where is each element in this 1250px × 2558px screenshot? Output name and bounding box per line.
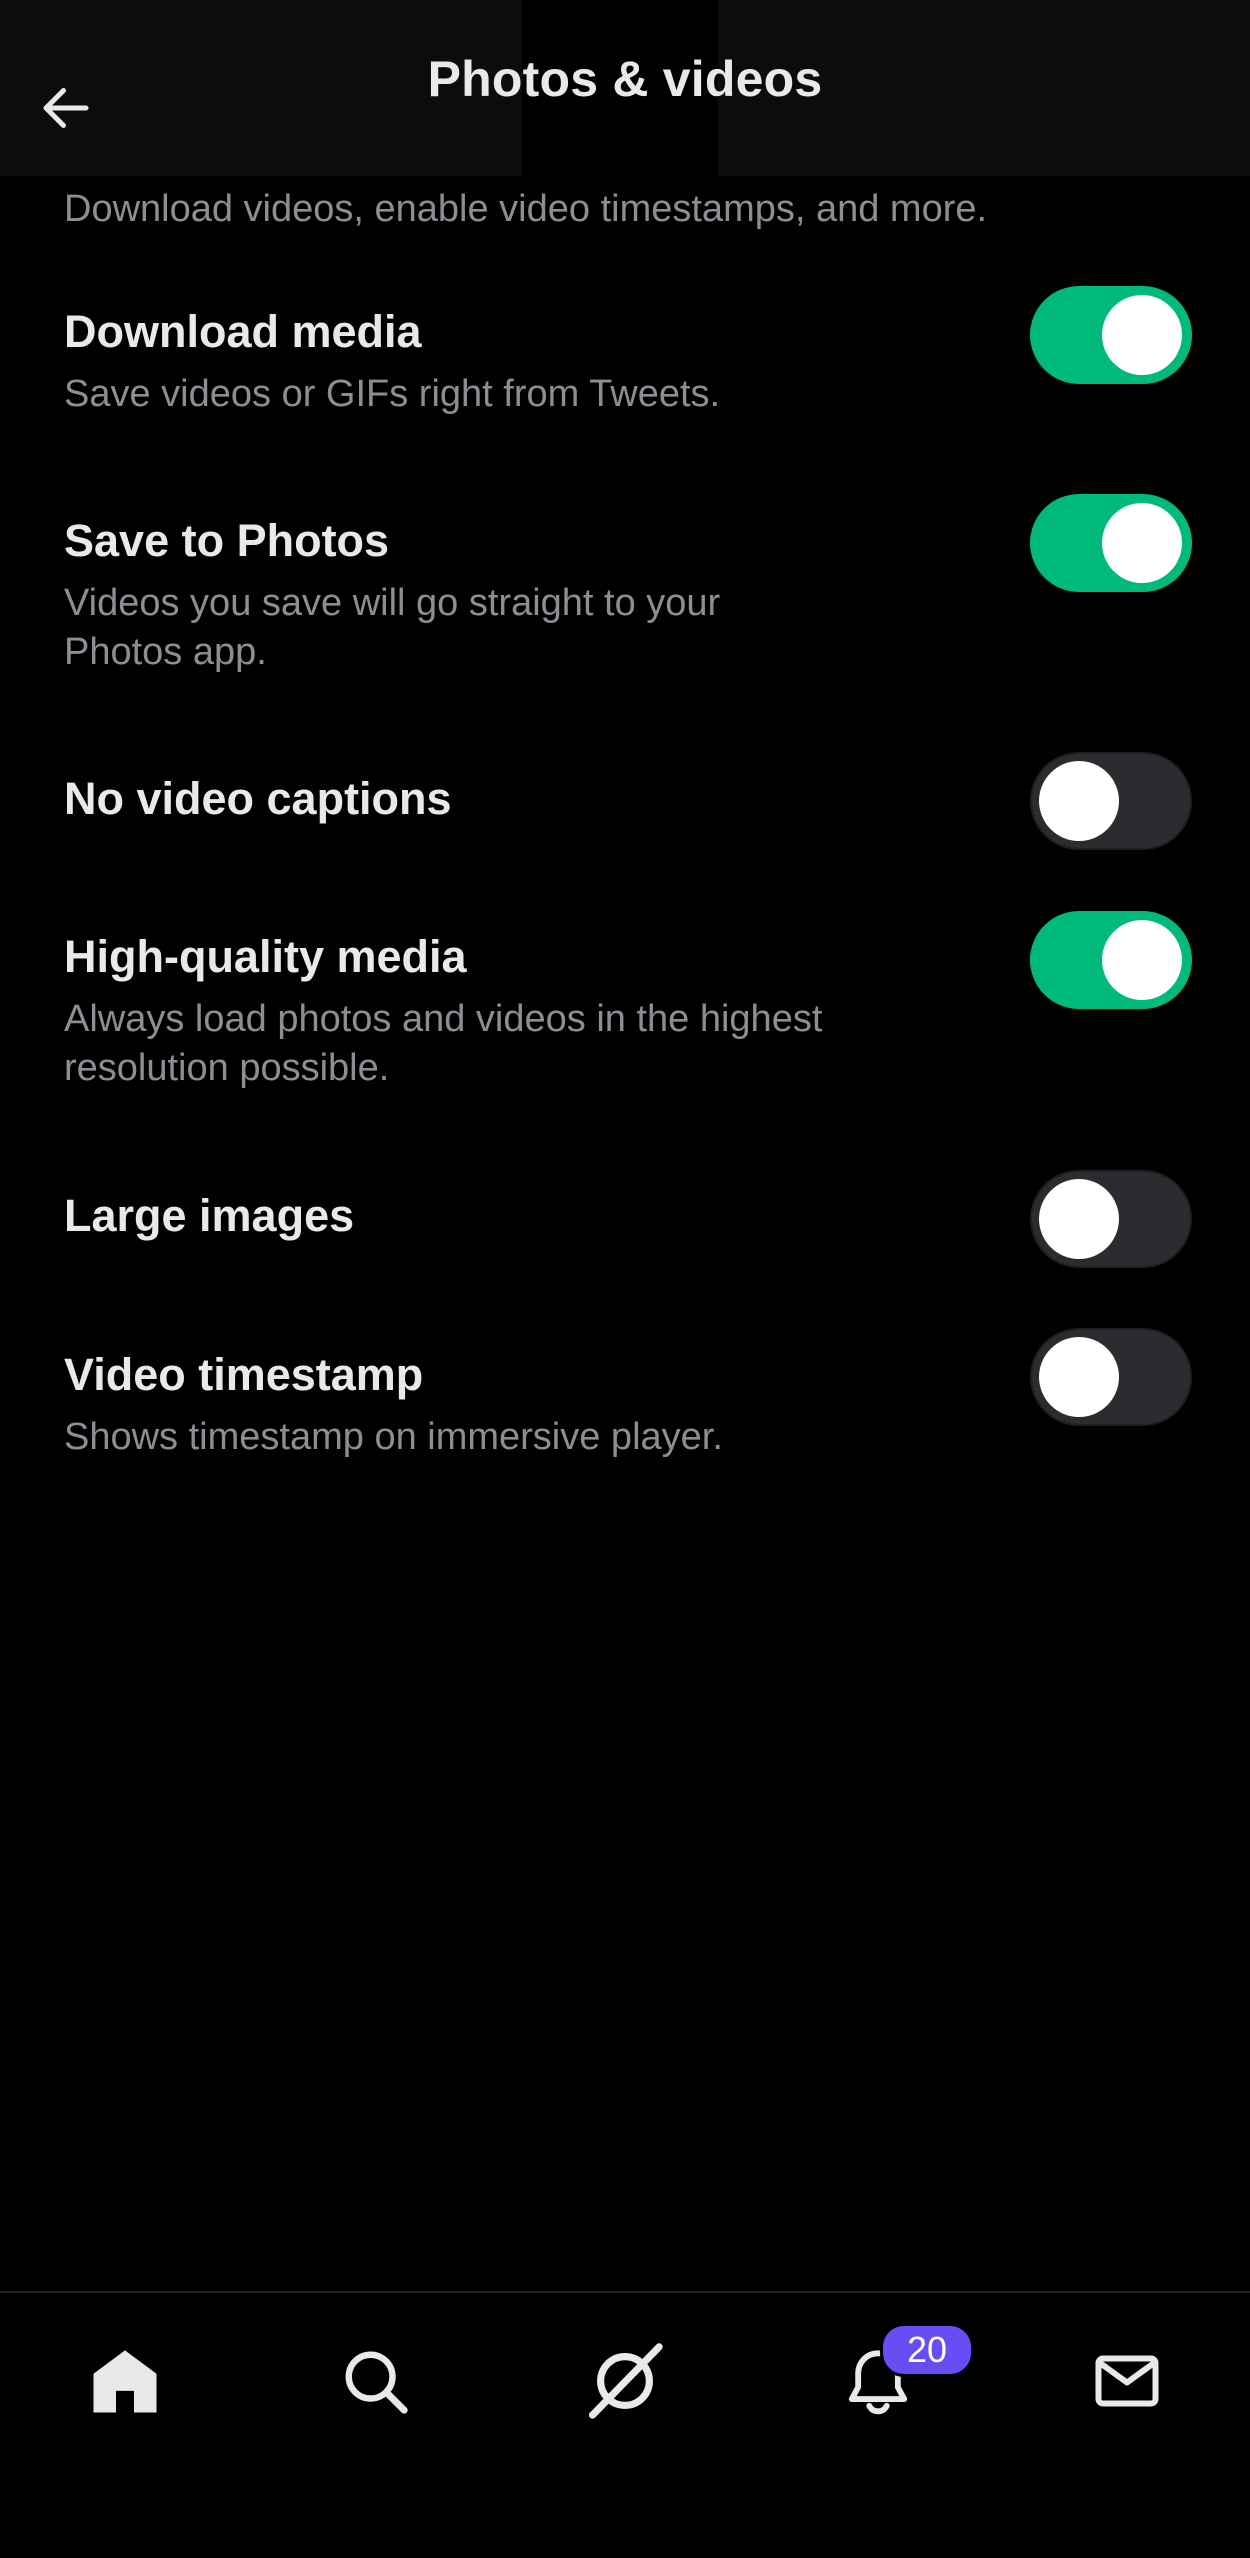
toggle-no-video-captions[interactable] xyxy=(1030,752,1192,850)
setting-title: High-quality media xyxy=(64,931,467,982)
toggle-knob xyxy=(1102,920,1182,1000)
setting-title: Save to Photos xyxy=(64,515,390,566)
toggle-download-media[interactable] xyxy=(1030,286,1192,384)
mail-icon xyxy=(1095,2355,1159,2407)
toggle-video-timestamp[interactable] xyxy=(1030,1328,1192,1426)
notifications-badge: 20 xyxy=(880,2323,974,2377)
setting-description: Videos you save will go straight to your… xyxy=(64,582,721,673)
nav-messages[interactable] xyxy=(1077,2331,1177,2431)
nav-search[interactable] xyxy=(325,2331,425,2431)
setting-title: Video timestamp xyxy=(64,1349,424,1400)
setting-description: Save videos or GIFs right from Tweets. xyxy=(64,373,721,415)
toggle-knob xyxy=(1039,1179,1119,1259)
toggle-knob xyxy=(1039,761,1119,841)
setting-title: Large images xyxy=(64,1190,355,1241)
setting-title: No video captions xyxy=(64,773,452,824)
toggle-large-images[interactable] xyxy=(1030,1170,1192,1268)
setting-description: Shows timestamp on immersive player. xyxy=(64,1416,723,1458)
intro-text: Download videos, enable video timestamps… xyxy=(64,188,988,230)
setting-title: Download media xyxy=(64,306,422,357)
nav-home[interactable] xyxy=(75,2331,175,2431)
toggle-knob xyxy=(1102,503,1182,583)
toggle-knob xyxy=(1102,295,1182,375)
nav-grok[interactable] xyxy=(575,2331,675,2431)
search-icon xyxy=(345,2351,408,2414)
page-title: Photos & videos xyxy=(427,51,823,107)
grok-icon xyxy=(588,2343,663,2419)
home-icon xyxy=(93,2350,157,2413)
toggle-knob xyxy=(1039,1337,1119,1417)
bottom-navigation: 20 xyxy=(0,2291,1250,2558)
toggle-high-quality-media[interactable] xyxy=(1030,911,1192,1009)
setting-description: Always load photos and videos in the hig… xyxy=(64,998,823,1089)
toggle-save-to-photos[interactable] xyxy=(1030,494,1192,592)
top-header: Photos & videos xyxy=(0,0,1250,176)
